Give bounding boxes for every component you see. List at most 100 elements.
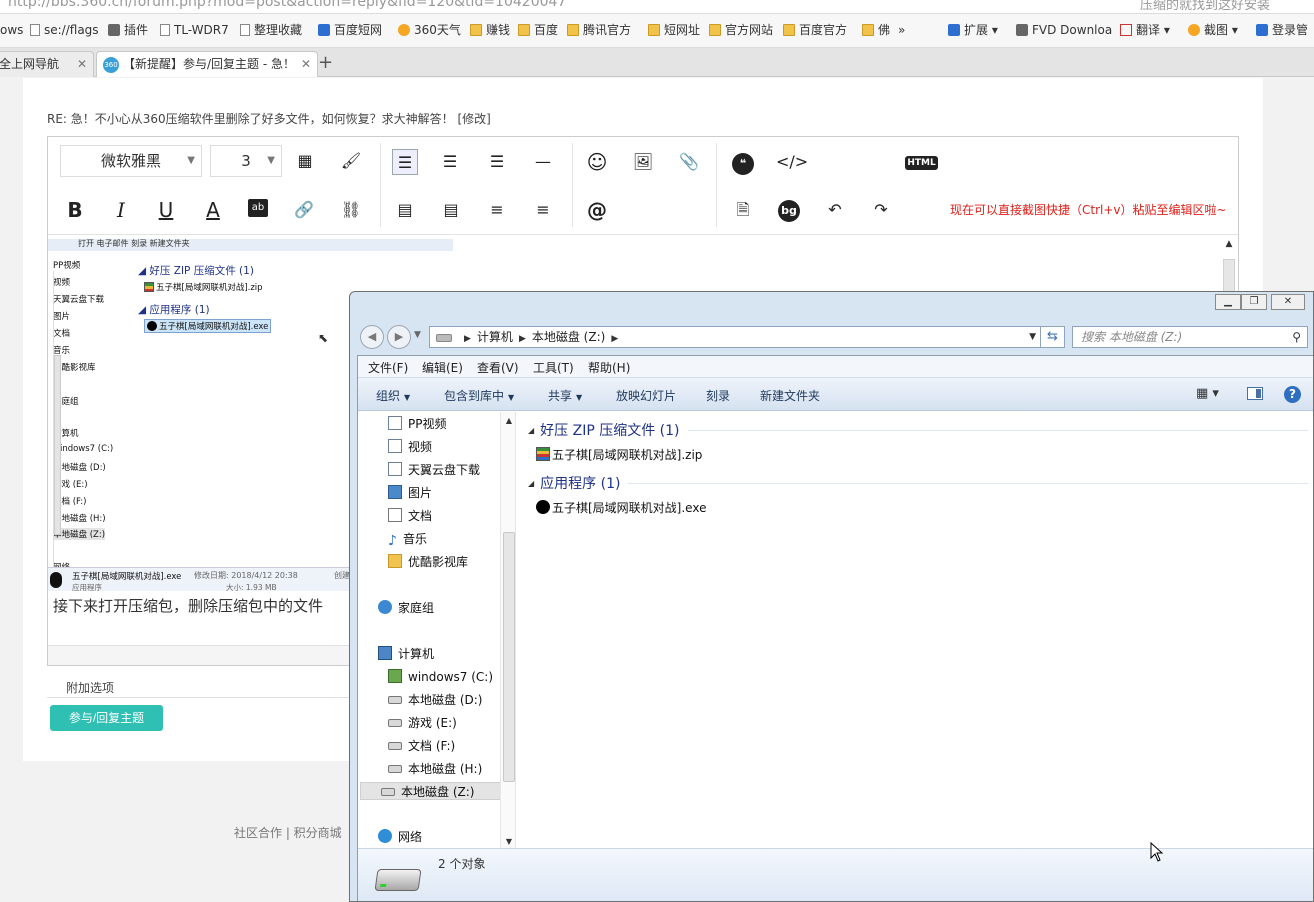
menu-view[interactable]: 查看(V) <box>477 359 519 376</box>
bookmark-organize[interactable]: 整理收藏 <box>240 21 302 39</box>
image-icon[interactable]: 🖼 <box>630 149 656 175</box>
close-button[interactable]: ✕ <box>1271 294 1305 310</box>
format-painter-icon[interactable]: 🖌 <box>338 148 364 174</box>
nav-drive-d[interactable]: 本地磁盘 (D:) <box>388 691 482 709</box>
emoji-icon[interactable]: ☺ <box>584 149 610 175</box>
bookmark-folder-shorturl[interactable]: 短网址 <box>648 21 700 39</box>
bookmark-folder-fo[interactable]: 佛 <box>862 21 890 39</box>
nav-pictures[interactable]: 图片 <box>388 484 432 502</box>
nav-network[interactable]: 网络 <box>378 828 422 846</box>
background-color-icon[interactable]: bg <box>778 200 800 222</box>
breadcrumb-computer[interactable]: 计算机 <box>477 330 513 344</box>
footer-links[interactable]: 社区合作 | 积分商城 <box>234 824 342 841</box>
nav-drive-z[interactable]: 本地磁盘 (Z:) <box>360 782 502 800</box>
menu-tools[interactable]: 工具(T) <box>533 359 574 376</box>
browser-search-text[interactable]: 压缩的就找到这好安装 <box>1140 0 1270 13</box>
preview-pane-icon[interactable] <box>1247 387 1263 400</box>
recent-pages-icon[interactable]: ▼ <box>414 330 421 340</box>
bookmark-tl-wdr7[interactable]: TL-WDR7 <box>160 21 229 39</box>
organize-button[interactable]: 组织 ▼ <box>376 387 410 404</box>
collapse-icon[interactable]: ◢ <box>528 479 534 488</box>
search-icon[interactable]: ⚲ <box>1292 327 1301 347</box>
menu-file[interactable]: 文件(F) <box>368 359 408 376</box>
nav-homegroup[interactable]: 家庭组 <box>378 599 434 617</box>
url-text[interactable]: http://bbs.360.cn/forum.php?mod=post&act… <box>8 0 566 10</box>
nav-drive-e[interactable]: 游戏 (E:) <box>388 714 457 732</box>
login-manager-button[interactable]: 登录管 <box>1256 21 1308 39</box>
new-folder-button[interactable]: 新建文件夹 <box>760 387 820 404</box>
word-paste-icon[interactable]: 🗎 <box>730 197 756 223</box>
nav-documents[interactable]: 文档 <box>388 507 432 525</box>
bookmark-360-weather[interactable]: 360天气 <box>398 21 461 39</box>
nav-music[interactable]: ♪ 音乐 <box>388 530 427 548</box>
bookmark-folder-tencent[interactable]: 腾讯官方 <box>567 21 631 39</box>
nav-drive-f[interactable]: 文档 (F:) <box>388 737 455 755</box>
minimize-button[interactable]: ▁ <box>1215 294 1241 310</box>
new-tab-button[interactable]: + <box>318 52 333 73</box>
underline-icon[interactable]: U <box>153 197 179 223</box>
table-icon[interactable]: ▦ <box>292 148 318 174</box>
italic-icon[interactable]: I <box>108 197 134 223</box>
forward-button[interactable]: ▶ <box>387 325 411 349</box>
align-center-icon[interactable]: ☰ <box>437 149 463 175</box>
breadcrumb-drive-z[interactable]: 本地磁盘 (Z:) <box>532 330 605 344</box>
screenshot-button[interactable]: 截图 ▾ <box>1188 21 1238 39</box>
attachment-icon[interactable]: 📎 <box>676 149 702 175</box>
float-left-icon[interactable]: ▤ <box>392 197 418 223</box>
nav-youku[interactable]: 优酷影视库 <box>388 553 468 571</box>
bookmark-ows[interactable]: ows <box>0 21 23 39</box>
nav-video[interactable]: 视频 <box>388 438 432 456</box>
align-left-icon[interactable]: ☰ <box>392 149 418 175</box>
scroll-up-icon[interactable]: ▲ <box>501 416 515 425</box>
group-header-zip[interactable]: ◢ 好压 ZIP 压缩文件 (1) <box>528 420 680 440</box>
back-button[interactable]: ◀ <box>360 325 384 349</box>
float-right-icon[interactable]: ▤ <box>438 197 464 223</box>
quote-icon[interactable]: ❝ <box>732 153 754 175</box>
nav-drive-h[interactable]: 本地磁盘 (H:) <box>388 760 482 778</box>
burn-button[interactable]: 刻录 <box>706 387 730 404</box>
menu-help[interactable]: 帮助(H) <box>588 359 630 376</box>
nav-scrollbar[interactable]: ▲ ▼ <box>500 412 515 848</box>
mention-icon[interactable]: @ <box>584 197 610 223</box>
scroll-down-icon[interactable]: ▼ <box>501 837 515 846</box>
horizontal-rule-icon[interactable]: — <box>530 149 556 175</box>
refresh-button[interactable]: ⇆ <box>1041 326 1065 348</box>
bookmark-plugins[interactable]: 插件 <box>108 21 148 39</box>
bookmark-baidu-short[interactable]: 百度短网 <box>318 21 382 39</box>
nav-drive-c[interactable]: windows7 (C:) <box>388 668 493 686</box>
bookmark-flags[interactable]: se://flags <box>30 21 99 39</box>
font-color-icon[interactable]: A <box>200 197 226 223</box>
nav-pp-video[interactable]: PP视频 <box>388 415 446 433</box>
bookmark-folder-money[interactable]: 赚钱 <box>470 21 510 39</box>
tab-navigation[interactable]: 全上网导航 ✕ <box>0 51 94 77</box>
explorer-search-input[interactable]: 搜索 本地磁盘 (Z:) ⚲ <box>1072 326 1308 348</box>
file-item-exe[interactable]: 五子棋[局域网联机对战].exe <box>536 499 706 516</box>
bookmark-folder-baidu[interactable]: 百度 <box>518 21 558 39</box>
group-header-app[interactable]: ◢ 应用程序 (1) <box>528 473 620 493</box>
html-mode-button[interactable]: HTML <box>905 156 938 170</box>
address-bar[interactable]: http://bbs.360.cn/forum.php?mod=post&act… <box>0 0 1314 14</box>
include-in-library-button[interactable]: 包含到库中 ▼ <box>444 387 514 404</box>
help-icon[interactable]: ? <box>1284 386 1301 403</box>
tab-reply[interactable]: 360 【新提醒】参与/回复主题 - 急！ ✕ <box>96 51 318 77</box>
ordered-list-icon[interactable]: ≡ <box>484 197 510 223</box>
share-button[interactable]: 共享 ▼ <box>548 387 582 404</box>
menu-edit[interactable]: 编辑(E) <box>422 359 463 376</box>
extra-options-tab[interactable]: 附加选项 <box>66 679 114 696</box>
bookmark-folder-baidu-official[interactable]: 百度官方 <box>783 21 847 39</box>
bookmark-folder-official[interactable]: 官方网站 <box>709 21 773 39</box>
close-icon[interactable]: ✕ <box>301 52 311 76</box>
slideshow-button[interactable]: 放映幻灯片 <box>616 387 676 404</box>
translate-button[interactable]: 翻译 ▾ <box>1120 21 1170 39</box>
nav-tianyi-cloud[interactable]: 天翼云盘下载 <box>388 461 480 479</box>
fvd-download-button[interactable]: FVD Downloa <box>1016 21 1112 39</box>
undo-icon[interactable]: ↶ <box>822 197 848 223</box>
code-icon[interactable]: </> <box>776 149 808 175</box>
font-family-select[interactable]: 微软雅黑 ▼ <box>60 145 202 177</box>
chevron-down-icon[interactable]: ▼ <box>1029 327 1036 347</box>
maximize-button[interactable]: ❐ <box>1241 294 1267 310</box>
redo-icon[interactable]: ↷ <box>868 197 894 223</box>
extensions-button[interactable]: 扩展 ▾ <box>948 21 998 39</box>
bold-icon[interactable]: B <box>62 197 88 223</box>
font-size-select[interactable]: 3 ▼ <box>210 145 282 177</box>
